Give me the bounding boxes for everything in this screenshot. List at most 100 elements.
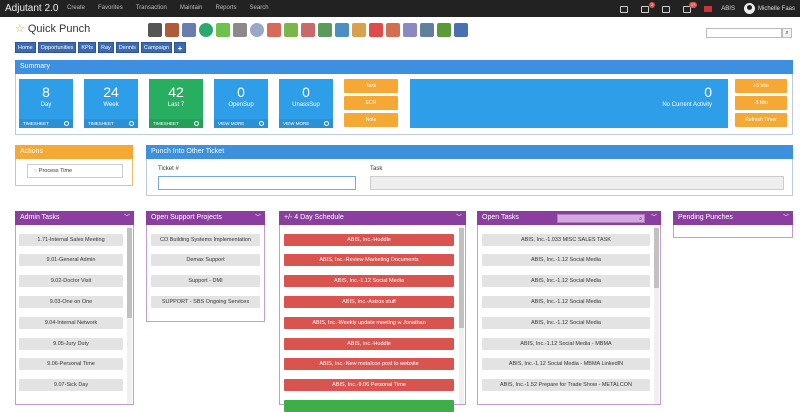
ecr-button[interactable]: ECR (344, 96, 398, 110)
add-tab-button[interactable]: + (174, 42, 186, 53)
avatar[interactable] (743, 3, 755, 14)
tile-footer[interactable]: TIMESHEET (84, 119, 138, 128)
schedule-item[interactable]: ABIS, Inc.-Huddle (284, 234, 454, 246)
schedule-item[interactable]: ABIS, Inc.-Weekly update meeting w Jonat… (284, 317, 454, 329)
grid-icon[interactable] (454, 23, 468, 37)
menu-reports[interactable]: Reports (216, 5, 237, 11)
user-name[interactable]: Michelle Faas (758, 6, 795, 12)
list-item[interactable]: ABIS, Inc.-1.12 Social Media - MBMA (482, 338, 650, 350)
list-item[interactable]: 1.71-Internal Sales Meeting (19, 234, 123, 246)
tab-kpis[interactable]: KPIs (78, 42, 97, 53)
list-item[interactable]: ABIS, Inc.-1.12 Social Media - MBMA Link… (482, 358, 650, 370)
list-item[interactable]: 9.07-Sick Day (19, 379, 123, 391)
person-icon[interactable] (165, 23, 179, 37)
tile-week[interactable]: 24 Week TIMESHEET (84, 79, 138, 128)
chevron-down-icon[interactable]: ﹀ (456, 211, 462, 225)
mail-icon[interactable] (662, 4, 674, 14)
task-input[interactable] (370, 176, 784, 190)
list-item[interactable]: Demax Support (151, 254, 260, 266)
tab-ray[interactable]: Ray (98, 42, 114, 53)
list-item[interactable]: ABIS, Inc.-1.12 Social Media (482, 275, 650, 287)
tile-footer[interactable]: TIMESHEET (149, 119, 203, 128)
tile-day[interactable]: 8 Day TIMESHEET (19, 79, 73, 128)
map-icon[interactable] (335, 23, 349, 37)
chevron-down-icon[interactable]: ﹀ (783, 211, 789, 225)
list-item[interactable]: ABIS, Inc.-1.12 Social Media (482, 317, 650, 329)
tile-footer[interactable]: VIEW MORE (279, 119, 333, 128)
plus-5-min-button[interactable]: +5 Min (735, 79, 787, 93)
schedule-item[interactable]: ABIS, Inc.-Review Marketing Documents (284, 254, 454, 266)
schedule-scrollbar[interactable] (459, 226, 464, 404)
brand-logo[interactable]: Adjutant 2.0 (5, 3, 58, 14)
list-item[interactable]: CO Building Systems Implementation (151, 234, 260, 246)
document-icon[interactable] (386, 23, 400, 37)
menu-create[interactable]: Create (67, 5, 85, 11)
tab-opportunities[interactable]: Opportunities (37, 42, 77, 53)
calendar-icon[interactable] (182, 23, 196, 37)
chevron-down-icon[interactable]: ﹀ (124, 211, 130, 225)
calculator-icon[interactable] (233, 23, 247, 37)
clock-icon[interactable] (199, 23, 213, 37)
courthouse-icon[interactable] (148, 23, 162, 37)
list-item[interactable]: ABIS, Inc.-1.12 Social Media (482, 296, 650, 308)
presentation-icon[interactable] (267, 23, 281, 37)
search-icon[interactable]: ⌕ (782, 28, 792, 38)
flag-icon[interactable] (704, 5, 713, 12)
box-icon[interactable] (352, 23, 366, 37)
ticket-input[interactable] (158, 176, 356, 190)
chevron-down-icon[interactable]: ﹀ (651, 211, 657, 225)
list-item[interactable]: ABIS, Inc.-1.12 Social Media (482, 254, 650, 266)
tab-campaign[interactable]: Campaign (140, 42, 172, 53)
tile-unasssup[interactable]: 0 UnassSup VIEW MORE (279, 79, 333, 128)
menu-search[interactable]: Search (250, 5, 269, 11)
tile-footer[interactable]: VIEW MORE (214, 119, 268, 128)
list-item[interactable]: 9.01-General Admin (19, 254, 123, 266)
task-button[interactable]: Task (344, 79, 398, 93)
cart-icon[interactable] (284, 23, 298, 37)
checklist-icon[interactable] (620, 4, 632, 14)
star-icon[interactable]: ☆ (15, 22, 25, 35)
search-input[interactable] (706, 28, 782, 38)
process-time-button[interactable]: ◌ Process Time (27, 164, 123, 178)
list-item[interactable]: ABIS, Inc.-1.033 MISC SALES TASK (482, 234, 650, 246)
list-item[interactable]: 9.04-Internal Network (19, 317, 123, 329)
tile-footer[interactable]: TIMESHEET (19, 119, 73, 128)
list-item[interactable]: 9.06-Personal Time (19, 358, 123, 370)
refresh-timer-button[interactable]: Refresh Timer (735, 113, 787, 127)
admin-tasks-scrollbar[interactable] (127, 226, 132, 404)
alert-icon[interactable]: 2 (641, 1, 656, 14)
list-item[interactable]: ABIS, Inc.-1.52 Prepare for Trade Show -… (482, 379, 650, 391)
money-icon[interactable] (437, 23, 451, 37)
note-button[interactable]: Note (344, 113, 398, 127)
menu-maintain[interactable]: Maintain (180, 5, 203, 11)
package-icon[interactable] (318, 23, 332, 37)
shopping-basket-icon[interactable] (301, 23, 315, 37)
schedule-item-green[interactable] (284, 400, 454, 412)
pen-icon[interactable] (420, 23, 434, 37)
schedule-item[interactable]: ABIS, Inc.-1.12 Social Media (284, 275, 454, 287)
chevron-down-icon[interactable]: ﹀ (255, 211, 261, 225)
chat-icon[interactable] (369, 23, 383, 37)
schedule-item[interactable]: ABIS, Inc.-Huddle (284, 338, 454, 350)
list-item[interactable]: 9.03-One on One (19, 296, 123, 308)
ticket-icon[interactable]: 17 (683, 1, 698, 14)
list-item[interactable]: SUPPORT - SBS Ongoing Services (151, 296, 260, 308)
open-tasks-search-input[interactable]: ⌕ (557, 214, 645, 223)
org-name[interactable]: ABIS (721, 6, 735, 12)
tab-home[interactable]: Home (15, 42, 36, 53)
tab-dennis[interactable]: Dennis (115, 42, 139, 53)
schedule-item[interactable]: ABIS, Inc.-New metalcon post to website (284, 358, 454, 370)
list-item[interactable]: 9.02-Doctor Visit (19, 275, 123, 287)
minus-5-min-button[interactable]: -5 Min (735, 96, 787, 110)
tile-opensup[interactable]: 0 OpenSup VIEW MORE (214, 79, 268, 128)
menu-transaction[interactable]: Transaction (136, 5, 167, 11)
menu-favorites[interactable]: Favorites (98, 5, 123, 11)
list-item[interactable]: Support - DMI (151, 275, 260, 287)
open-tasks-scrollbar[interactable] (654, 226, 659, 404)
schedule-item[interactable]: ABIS, Inc.-9.06 Personal Time (284, 379, 454, 391)
magnifier-icon[interactable] (250, 23, 264, 37)
list-item[interactable]: 9.05-Jury Duty (19, 338, 123, 350)
checkmark-icon[interactable] (216, 23, 230, 37)
schedule-item[interactable]: ABIS, Inc.-Astros stuff (284, 296, 454, 308)
tile-last7[interactable]: 42 Last 7 TIMESHEET (149, 79, 203, 128)
